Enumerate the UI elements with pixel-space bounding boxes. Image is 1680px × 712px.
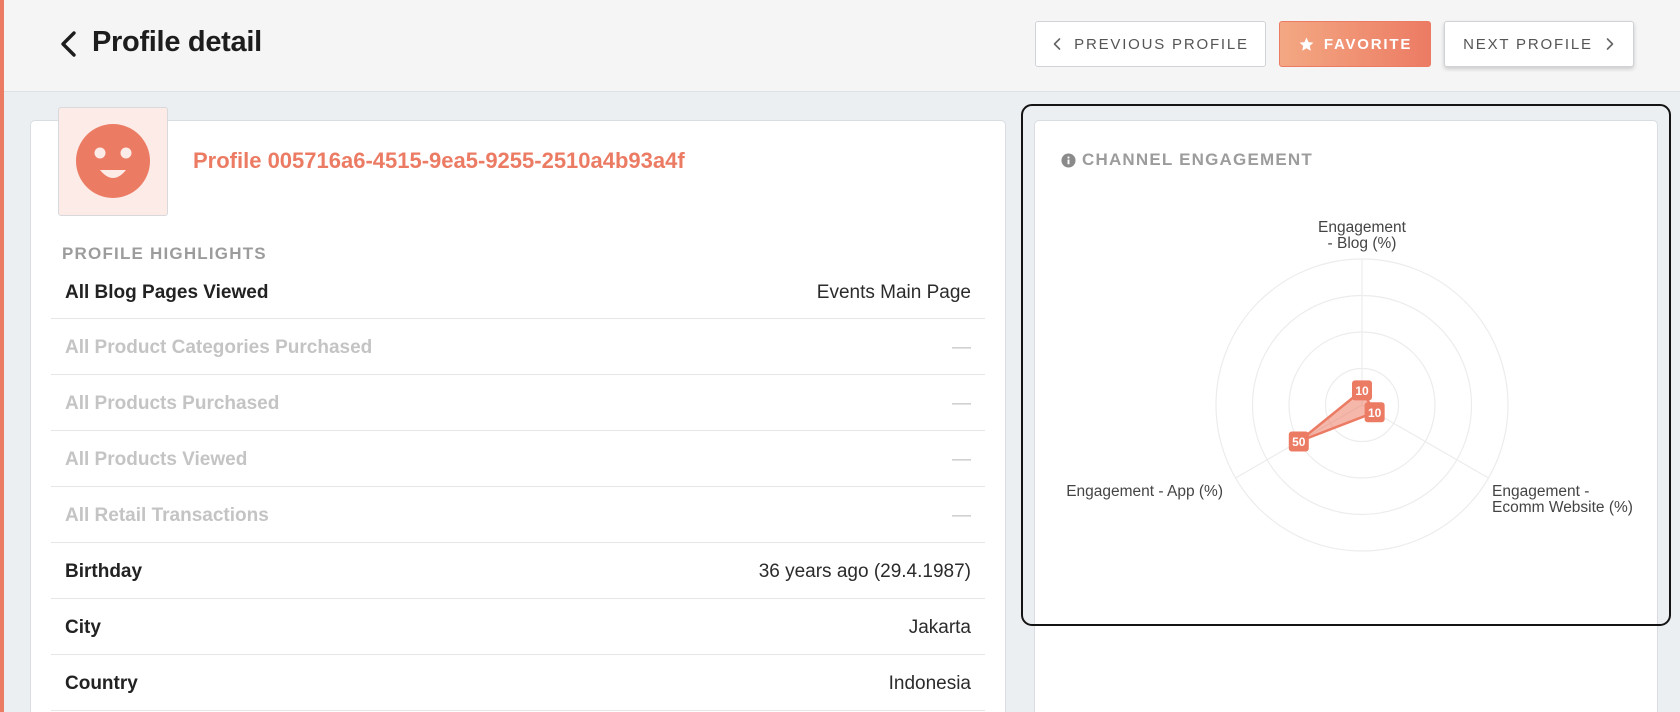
highlight-row-country: Country Indonesia <box>51 655 985 711</box>
highlight-row-products-purchased: All Products Purchased — <box>51 375 985 431</box>
profile-id-title: Profile 005716a6-4515-9ea5-9255-2510a4b9… <box>193 148 685 173</box>
row-label: All Product Categories Purchased <box>65 337 373 358</box>
radar-value-label: 50 <box>1292 435 1306 449</box>
row-label: All Products Purchased <box>65 393 280 414</box>
smiley-face-icon <box>76 124 150 198</box>
previous-profile-button[interactable]: PREVIOUS PROFILE <box>1035 21 1266 67</box>
highlight-row-retail-transactions: All Retail Transactions — <box>51 487 985 543</box>
page-header: Profile detail PREVIOUS PROFILE FAVORITE… <box>4 0 1680 92</box>
radar-value-label: 10 <box>1355 384 1369 398</box>
row-label: Birthday <box>65 561 143 582</box>
profile-highlights-list: All Blog Pages Viewed Events Main Page A… <box>51 264 985 711</box>
row-label: Country <box>65 673 138 694</box>
chevron-left-icon <box>1053 38 1061 50</box>
accent-strip <box>0 0 4 712</box>
radar-value-badge: 10 <box>1364 402 1385 423</box>
channel-engagement-title-text: CHANNEL ENGAGEMENT <box>1082 150 1313 169</box>
back-chevron-icon[interactable] <box>56 28 84 60</box>
highlight-row-city: City Jakarta <box>51 599 985 655</box>
radar-value-label: 10 <box>1368 406 1382 420</box>
row-label: All Products Viewed <box>65 449 248 470</box>
chevron-right-icon <box>1606 38 1614 50</box>
next-profile-label: NEXT PROFILE <box>1463 35 1593 53</box>
highlight-row-blog-pages: All Blog Pages Viewed Events Main Page <box>51 264 985 319</box>
engagement-radar-chart: 10 10 50 Engagement - Blog (%) Engagement -E… <box>1066 219 1633 552</box>
radar-value-badge: 10 <box>1352 380 1372 401</box>
favorite-button[interactable]: FAVORITE <box>1279 21 1431 67</box>
row-value: Jakarta <box>908 617 971 638</box>
row-label: All Blog Pages Viewed <box>65 282 269 303</box>
page-title: Profile detail <box>92 26 262 58</box>
highlight-row-product-categories: All Product Categories Purchased — <box>51 319 985 375</box>
favorite-label: FAVORITE <box>1323 35 1413 53</box>
next-profile-button[interactable]: NEXT PROFILE <box>1444 21 1634 67</box>
channel-engagement-title: CHANNEL ENGAGEMENT <box>1061 150 1313 170</box>
row-value: Indonesia <box>888 673 971 694</box>
radar-value-badge: 50 <box>1288 431 1309 452</box>
row-value: — <box>952 505 971 526</box>
highlight-row-products-viewed: All Products Viewed — <box>51 431 985 487</box>
previous-profile-label: PREVIOUS PROFILE <box>1074 35 1249 53</box>
row-value: — <box>952 449 971 470</box>
row-label: City <box>65 617 101 638</box>
row-label: All Retail Transactions <box>65 505 269 526</box>
row-value: — <box>952 393 971 414</box>
star-icon <box>1299 37 1314 51</box>
row-value: 36 years ago (29.4.1987) <box>758 561 971 582</box>
radar-axis-label: Engagement -Ecomm Website (%) <box>1492 483 1633 516</box>
radar-axis-label: Engagement - Blog (%) <box>1318 219 1407 252</box>
profile-highlights-label: PROFILE HIGHLIGHTS <box>62 244 267 263</box>
row-value: — <box>952 337 971 358</box>
radar-axis-label: Engagement - App (%) <box>1066 483 1223 500</box>
row-value: Events Main Page <box>816 282 971 303</box>
highlight-row-birthday: Birthday 36 years ago (29.4.1987) <box>51 543 985 599</box>
info-icon <box>1061 152 1076 168</box>
avatar <box>58 107 168 216</box>
